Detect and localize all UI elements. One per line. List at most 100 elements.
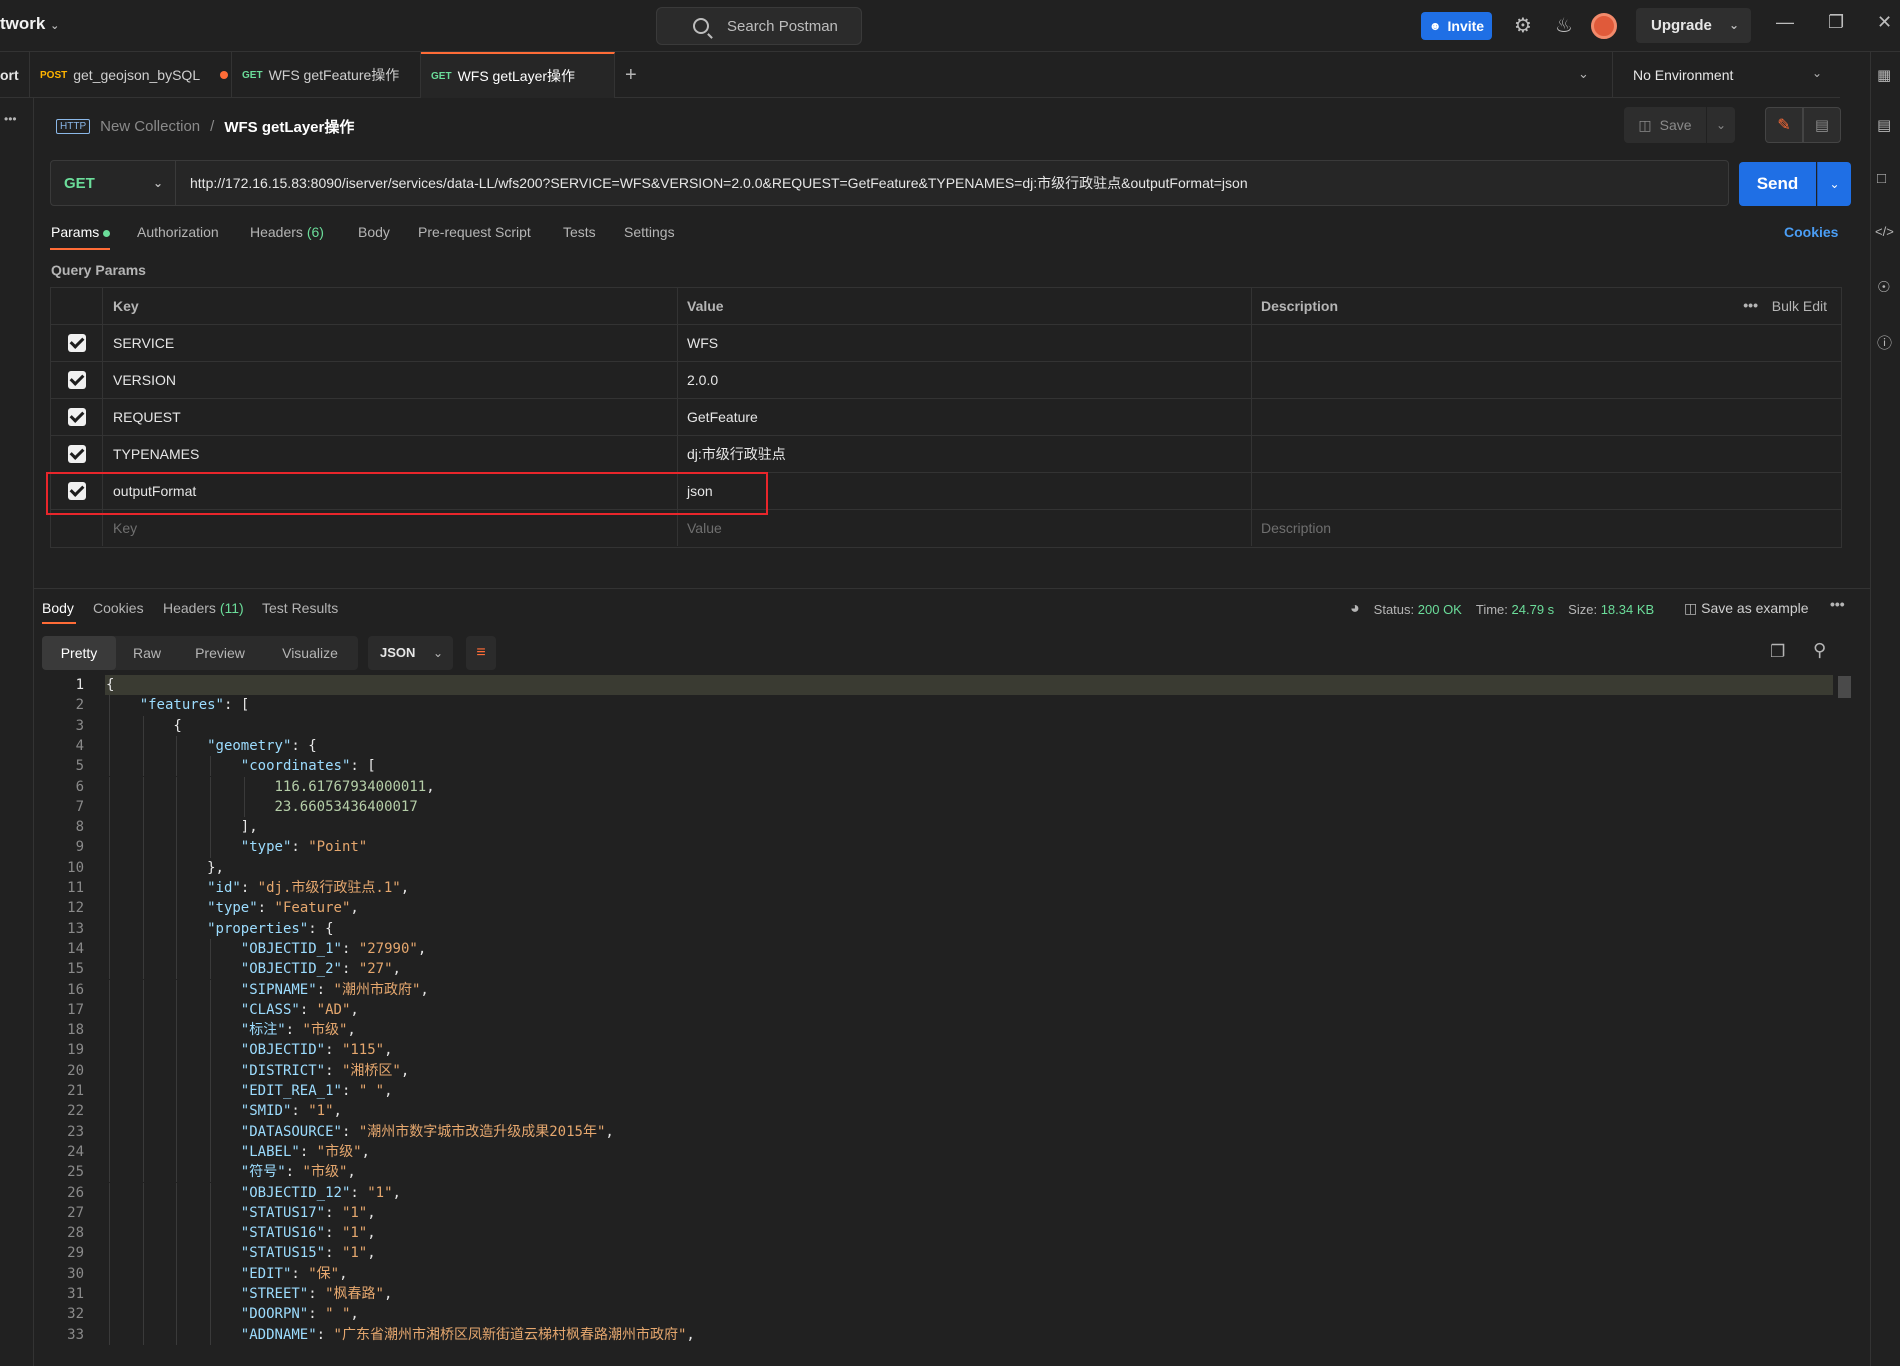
tab-pre-request-script[interactable]: Pre-request Script (418, 224, 531, 240)
documentation-icon[interactable]: ▤ (1877, 116, 1891, 134)
cookies-link[interactable]: Cookies (1784, 224, 1838, 240)
more-options-icon[interactable]: ••• (1743, 288, 1758, 322)
breadcrumb-collection[interactable]: New Collection (100, 118, 200, 135)
minimize-icon[interactable]: — (1776, 12, 1794, 33)
word-wrap-icon[interactable]: ≡ (466, 636, 496, 670)
code-token: : (350, 1184, 368, 1201)
save-options-chevron-icon[interactable]: ⌄ (1707, 107, 1735, 143)
search-postman-button[interactable]: Search Postman (656, 7, 862, 45)
tab-get-geojson-bysql[interactable]: POST get_geojson_bySQL (30, 52, 232, 98)
response-body-editor[interactable]: 1{2 "features": [3{4 "geometry": {5 "coordi… (34, 675, 1836, 1366)
code-snippet-icon[interactable]: </> (1875, 224, 1894, 239)
indent-guide (142, 1263, 144, 1284)
param-description-cell[interactable] (1252, 325, 1842, 361)
response-divider[interactable] (34, 588, 1870, 589)
indent-guide (210, 756, 212, 777)
new-param-key-input[interactable]: Key (104, 510, 678, 546)
editor-scrollbar-thumb[interactable] (1838, 676, 1851, 698)
tab-wfs-getfeature[interactable]: GET WFS getFeature操作 (232, 52, 421, 98)
save-button[interactable]: ◫ Save (1624, 107, 1706, 143)
more-options-icon[interactable]: ••• (1830, 596, 1845, 612)
param-enabled-checkbox[interactable] (51, 325, 103, 361)
tabs-overflow-chevron-icon[interactable]: ⌄ (1578, 66, 1589, 82)
globe-icon[interactable]: ◕ (1350, 600, 1360, 618)
param-description-cell[interactable] (1252, 399, 1842, 435)
tab-body[interactable]: Body (358, 224, 390, 240)
save-as-example-button[interactable]: ◫ Save as example (1684, 600, 1809, 617)
code-token: : (291, 1103, 309, 1120)
param-key-cell[interactable]: TYPENAMES (104, 436, 678, 472)
response-tab-cookies[interactable]: Cookies (93, 600, 144, 616)
code-line: 17 "CLASS": "AD", (34, 999, 1834, 1021)
response-format-select[interactable]: JSON ⌄ (368, 636, 453, 670)
notification-bell-icon[interactable]: ♨ (1553, 15, 1575, 37)
tab-params[interactable]: Params (51, 224, 111, 240)
response-tab-test-results[interactable]: Test Results (262, 600, 338, 616)
tab-import-partial[interactable]: ort (0, 52, 30, 98)
comment-icon[interactable]: ▤ (1803, 107, 1841, 143)
avatar[interactable] (1591, 13, 1617, 39)
line-number: 26 (67, 1184, 84, 1201)
indent-guide (109, 1243, 110, 1264)
response-tab-headers[interactable]: Headers (11) (163, 600, 244, 616)
new-tab-button[interactable]: + (615, 52, 660, 98)
code-token: "coordinates" (240, 758, 351, 775)
code-line: 19 "OBJECTID": "115", (34, 1040, 1834, 1061)
param-description-cell[interactable] (1252, 362, 1842, 398)
send-button[interactable]: Send (1739, 162, 1816, 206)
param-enabled-checkbox[interactable] (51, 436, 103, 472)
invite-button[interactable]: ☻ Invite (1421, 12, 1492, 40)
param-description-cell[interactable] (1252, 436, 1842, 472)
time-text[interactable]: Time: 24.79 s (1476, 602, 1554, 617)
workspace-switcher[interactable]: twork ⌄ (0, 14, 59, 34)
param-value-cell[interactable]: 2.0.0 (678, 362, 1252, 398)
status-text[interactable]: Status: 200 OK (1374, 602, 1462, 617)
close-window-icon[interactable]: ✕ (1877, 12, 1892, 33)
restore-window-icon[interactable]: ❐ (1828, 12, 1844, 33)
info-icon[interactable]: ⓘ (1877, 332, 1892, 353)
tab-settings[interactable]: Settings (624, 224, 675, 240)
settings-gear-icon[interactable]: ⚙ (1512, 15, 1534, 37)
param-value-cell[interactable]: dj:市级行政驻点 (678, 436, 1252, 472)
code-text: "geometry": { (207, 736, 317, 756)
param-value-cell[interactable]: WFS (678, 325, 1252, 361)
tab-headers[interactable]: Headers (6) (250, 224, 324, 240)
lightbulb-icon[interactable]: ☉ (1877, 278, 1890, 296)
more-options-icon[interactable]: ••• (4, 112, 17, 126)
indent-guide (142, 837, 144, 858)
line-number: 4 (75, 737, 84, 754)
copy-icon[interactable]: ❐ (1770, 642, 1785, 662)
tab-authorization[interactable]: Authorization (137, 224, 219, 240)
param-value-cell[interactable]: GetFeature (678, 399, 1252, 435)
url-input[interactable]: http://172.16.15.83:8090/iserver/service… (176, 160, 1729, 206)
param-key-cell[interactable]: VERSION (104, 362, 678, 398)
param-enabled-checkbox[interactable] (51, 399, 103, 435)
search-icon[interactable]: ⚲ (1813, 640, 1826, 661)
send-options-chevron-icon[interactable]: ⌄ (1817, 162, 1851, 206)
tab-wfs-getlayer[interactable]: GET WFS getLayer操作 (421, 52, 615, 98)
new-param-description-input[interactable]: Description (1252, 510, 1842, 546)
bulk-edit-button[interactable]: Bulk Edit (1772, 288, 1827, 324)
size-text[interactable]: Size: 18.34 KB (1568, 602, 1654, 617)
environment-select[interactable]: No Environment ⌄ (1612, 52, 1840, 98)
param-enabled-checkbox[interactable] (51, 362, 103, 398)
comments-icon[interactable]: □ (1877, 170, 1886, 187)
view-preview-button[interactable]: Preview (178, 636, 262, 670)
edit-pencil-icon[interactable]: ✎ (1765, 107, 1803, 143)
view-visualize-button[interactable]: Visualize (262, 636, 358, 670)
param-key-cell[interactable]: REQUEST (104, 399, 678, 435)
param-key-cell[interactable]: SERVICE (104, 325, 678, 361)
tab-tests[interactable]: Tests (563, 224, 596, 240)
view-pretty-button[interactable]: Pretty (42, 636, 116, 670)
response-tab-body[interactable]: Body (42, 600, 74, 616)
code-token: : (325, 1204, 342, 1221)
code-text: "SIPNAME": "潮州市政府", (241, 980, 429, 1000)
upgrade-button[interactable]: Upgrade ⌄ (1636, 8, 1751, 43)
breadcrumb-request-name[interactable]: WFS getLayer操作 (224, 116, 354, 137)
line-number: 20 (67, 1062, 84, 1079)
view-raw-button[interactable]: Raw (116, 636, 178, 670)
new-param-value-input[interactable]: Value (678, 510, 1252, 546)
http-method-select[interactable]: GET ⌄ (50, 160, 176, 206)
environment-quicklook-icon[interactable]: ▦ (1877, 66, 1891, 84)
param-description-cell[interactable] (1252, 473, 1842, 509)
